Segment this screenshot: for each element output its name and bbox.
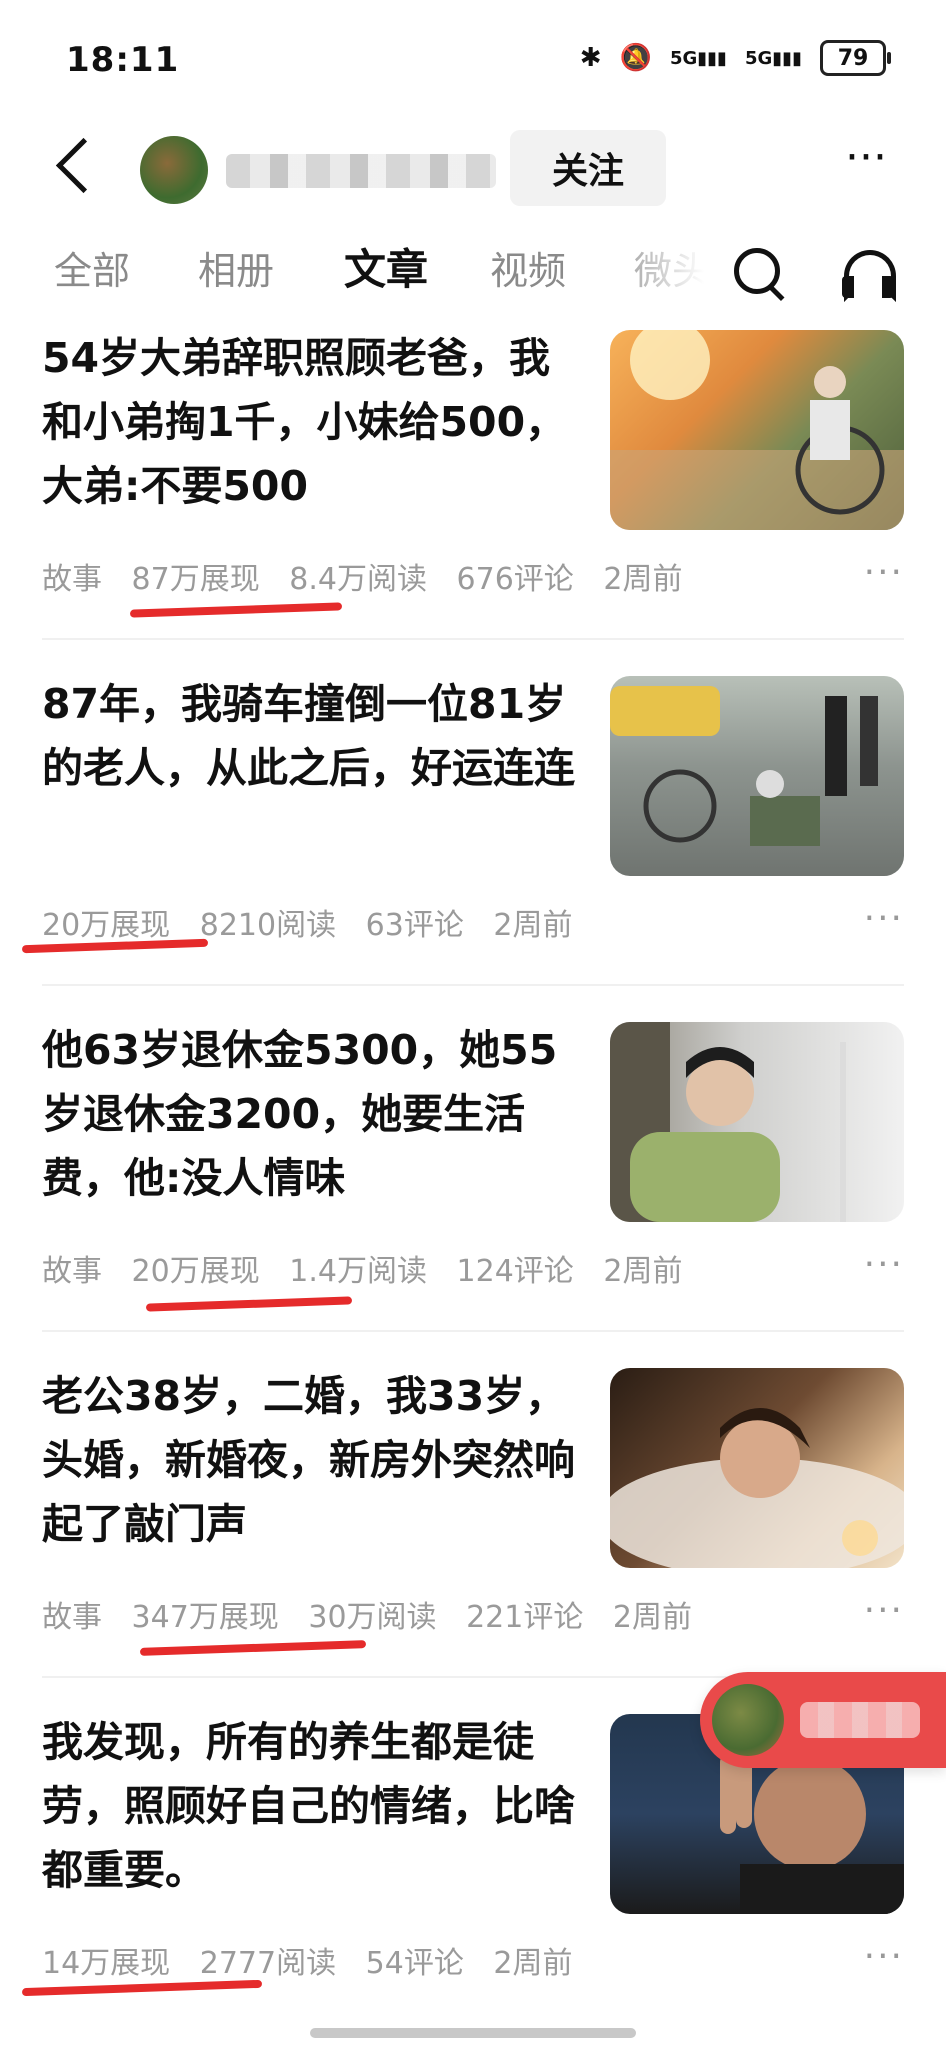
article-thumbnail[interactable] [610, 676, 904, 876]
follow-button[interactable]: 关注 [510, 130, 666, 206]
article-time: 2周前 [603, 562, 683, 597]
status-icons: ✱ 🔕 5G▮▮▮ 5G▮▮▮ 79 [579, 40, 891, 76]
article-meta: 20万展现 8210阅读 63评论 2周前 [42, 900, 592, 944]
article-reads: 2777阅读 [199, 1946, 337, 1981]
tab-videos[interactable]: 视频 [490, 240, 566, 295]
tab-album[interactable]: 相册 [198, 240, 274, 295]
article-item[interactable]: 87年，我骑车撞倒一位81岁的老人，从此之后，好运连连 20万展现 8210阅读… [0, 672, 946, 1016]
tab-articles[interactable]: 文章 [344, 236, 428, 297]
article-category: 故事 [42, 562, 102, 597]
article-meta: 14万展现 2777阅读 54评论 2周前 [42, 1938, 592, 1982]
article-title[interactable]: 他63岁退休金5300，她55岁退休金3200，她要生活费，他:没人情味 [42, 1018, 582, 1210]
article-reads: 30万阅读 [308, 1600, 437, 1635]
article-time: 2周前 [603, 1254, 683, 1289]
article-comments: 63评论 [365, 908, 464, 943]
divider [42, 1330, 904, 1332]
article-impressions: 20万展现 [131, 1254, 260, 1289]
divider [42, 984, 904, 986]
red-underline-annotation [21, 1979, 263, 1997]
signal-5g-icon: 5G▮▮▮ [669, 47, 727, 69]
article-time: 2周前 [493, 908, 573, 943]
article-title[interactable]: 87年，我骑车撞倒一位81岁的老人，从此之后，好运连连 [42, 672, 582, 800]
red-underline-annotation [129, 602, 343, 618]
article-title[interactable]: 54岁大弟辞职照顾老爸，我和小弟掏1千，小妹给500，大弟:不要500 [42, 326, 582, 518]
status-time: 18:11 [66, 40, 180, 80]
article-reads: 1.4万阅读 [289, 1254, 427, 1289]
back-arrow-icon[interactable] [50, 130, 100, 200]
wheelchair-image [610, 330, 904, 530]
article-item[interactable]: 他63岁退休金5300，她55岁退休金3200，她要生活费，他:没人情味 故事 … [0, 1018, 946, 1362]
article-time: 2周前 [493, 1946, 573, 1981]
article-meta: 故事 20万展现 1.4万阅读 124评论 2周前 [42, 1246, 702, 1290]
status-bar: 18:11 ✱ 🔕 5G▮▮▮ 5G▮▮▮ 79 [0, 0, 946, 120]
tab-bar: 全部 相册 文章 视频 微头 [0, 234, 946, 314]
red-underline-annotation [139, 1640, 367, 1656]
headphone-icon[interactable] [838, 244, 898, 304]
article-comments: 54评论 [365, 1946, 464, 1981]
article-item[interactable]: 54岁大弟辞职照顾老爸，我和小弟掏1千，小妹给500，大弟:不要500 故事 8… [0, 326, 946, 670]
article-title[interactable]: 老公38岁，二婚，我33岁，头婚，新婚夜，新房外突然响起了敲门声 [42, 1364, 582, 1556]
article-thumbnail[interactable] [610, 330, 904, 530]
article-comments: 221评论 [466, 1600, 584, 1635]
signal-5g-icon-2: 5G▮▮▮ [744, 47, 802, 69]
battery-icon: 79 [820, 40, 891, 76]
article-impressions: 87万展现 [131, 562, 260, 597]
more-options-icon[interactable]: ··· [826, 136, 906, 198]
article-impressions: 347万展现 [131, 1600, 279, 1635]
mute-bell-icon: 🔕 [619, 43, 652, 73]
article-more-icon[interactable]: ··· [864, 898, 904, 939]
pill-name-blurred [800, 1702, 920, 1738]
article-title[interactable]: 我发现，所有的养生都是徒劳，照顾好自己的情绪，比啥都重要。 [42, 1710, 582, 1902]
floating-follow-pill[interactable] [700, 1672, 946, 1768]
article-comments: 676评论 [456, 562, 574, 597]
profile-header: 关注 ··· [0, 118, 946, 218]
red-underline-annotation [145, 1296, 353, 1312]
home-indicator[interactable] [310, 2028, 636, 2038]
article-reads: 8.4万阅读 [289, 562, 427, 597]
article-meta: 故事 87万展现 8.4万阅读 676评论 2周前 [42, 554, 702, 598]
article-reads: 8210阅读 [199, 908, 337, 943]
tab-all[interactable]: 全部 [54, 240, 130, 295]
article-more-icon[interactable]: ··· [864, 1936, 904, 1977]
article-more-icon[interactable]: ··· [864, 1244, 904, 1285]
article-category: 故事 [42, 1600, 102, 1635]
avatar[interactable] [140, 136, 208, 204]
article-item[interactable]: 老公38岁，二婚，我33岁，头婚，新婚夜，新房外突然响起了敲门声 故事 347万… [0, 1364, 946, 1708]
divider [42, 638, 904, 640]
article-impressions: 14万展现 [42, 1946, 171, 1981]
article-more-icon[interactable]: ··· [864, 1590, 904, 1631]
article-more-icon[interactable]: ··· [864, 552, 904, 593]
bicycle-accident-image [610, 686, 878, 846]
tab-fade [600, 234, 730, 304]
article-comments: 124评论 [456, 1254, 574, 1289]
article-thumbnail[interactable] [610, 1022, 904, 1222]
profile-name-blurred [226, 154, 496, 188]
search-icon[interactable] [730, 244, 790, 304]
bluetooth-icon: ✱ [579, 43, 602, 73]
article-thumbnail[interactable] [610, 1368, 904, 1568]
article-time: 2周前 [612, 1600, 692, 1635]
article-impressions: 20万展现 [42, 908, 171, 943]
pill-avatar [712, 1684, 784, 1756]
couple-image [610, 1408, 904, 1568]
woman-portrait-image [610, 1022, 846, 1222]
article-category: 故事 [42, 1254, 102, 1289]
article-meta: 故事 347万展现 30万阅读 221评论 2周前 [42, 1592, 712, 1636]
